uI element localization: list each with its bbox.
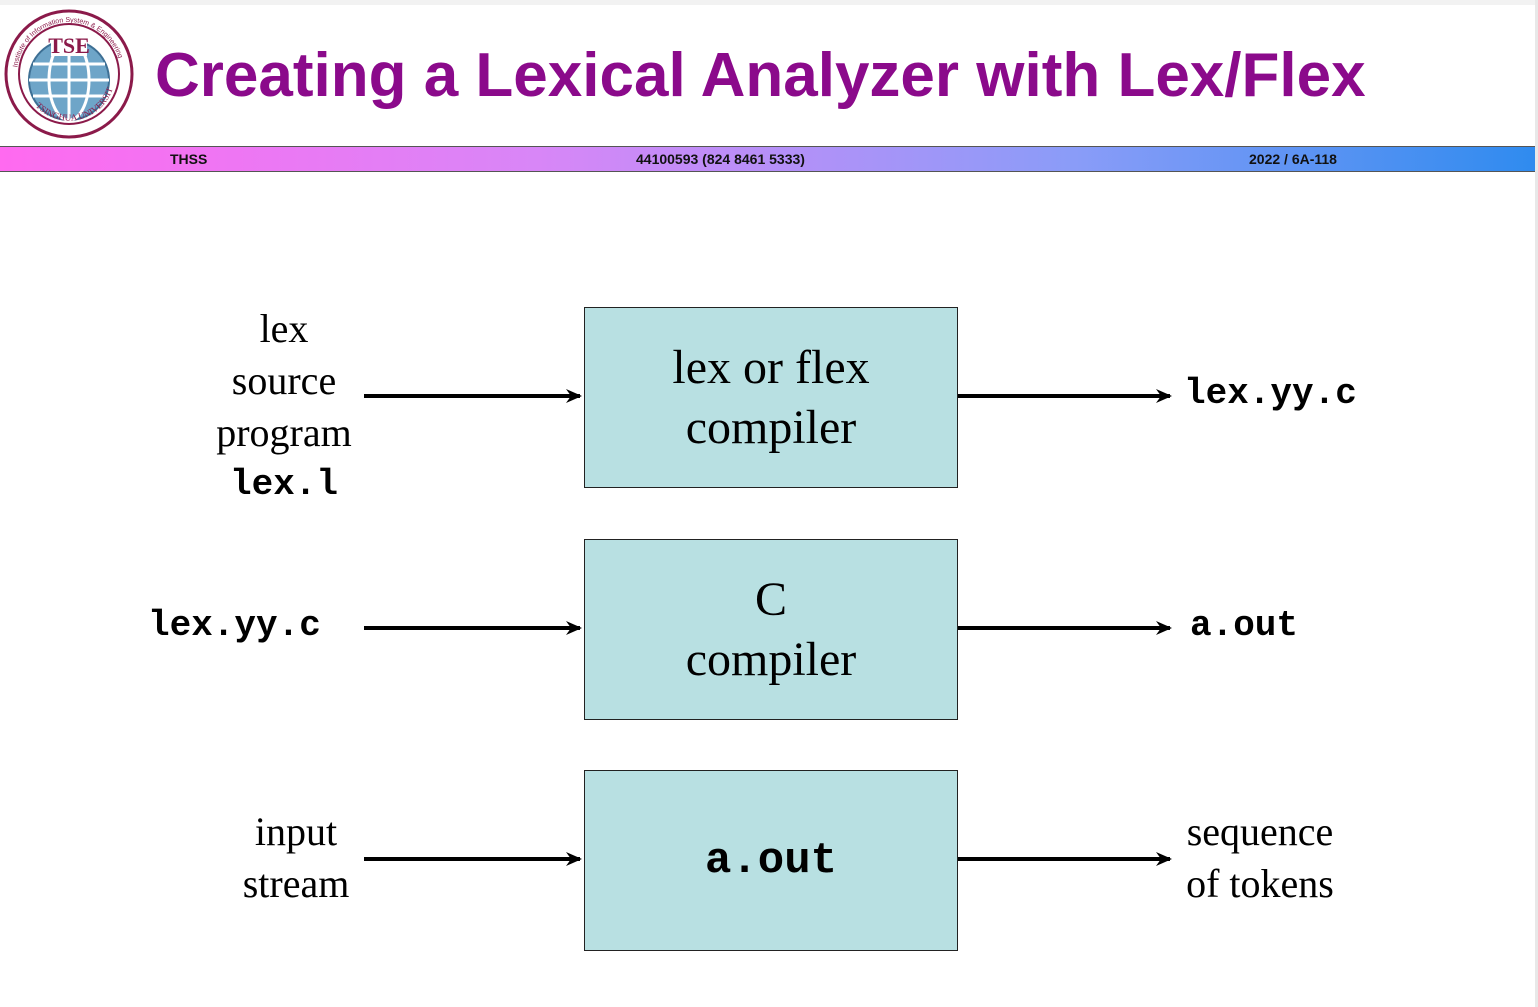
row3-output-line1: sequence (1186, 809, 1334, 854)
c-box-line2: compiler (685, 632, 857, 686)
a-out-box-text: a.out (704, 835, 838, 886)
row1-input-line2: source (231, 358, 337, 403)
row2-input-label: lex.yy.c (148, 605, 321, 646)
row3-output-line2: of tokens (1186, 861, 1334, 906)
row1-output-label: lex.yy.c (1184, 373, 1357, 414)
lex-compiler-box: lex or flex compiler (584, 307, 958, 488)
row3-output-label: sequence of tokens (1172, 806, 1348, 910)
lex-box-line1: lex or flex (672, 340, 870, 394)
row3-input-line2: stream (242, 861, 350, 906)
row1-input-line1: lex (259, 306, 309, 351)
a-out-box: a.out (584, 770, 958, 951)
row2-output-label: a.out (1190, 605, 1299, 646)
row3-input-label: input stream (226, 806, 366, 910)
lex-box-line2: compiler (685, 400, 857, 454)
row1-input-code: lex.l (229, 464, 339, 505)
c-compiler-box: C compiler (584, 539, 958, 720)
c-box-line1: C (754, 572, 787, 626)
row1-input-line3: program (216, 410, 352, 455)
row1-input-label: lex source program lex.l (200, 303, 368, 511)
row3-input-line1: input (254, 809, 338, 854)
